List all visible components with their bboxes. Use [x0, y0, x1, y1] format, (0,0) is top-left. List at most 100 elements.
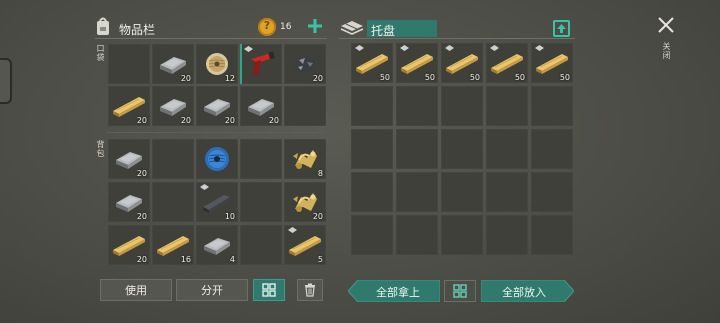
pallet-slot[interactable]: [396, 172, 438, 212]
item-count: 12: [224, 74, 235, 83]
add-coins-button[interactable]: [307, 18, 323, 34]
inventory-title: 物品栏: [119, 23, 156, 37]
pallet-slot[interactable]: [351, 172, 393, 212]
pallet-slot[interactable]: [396, 86, 438, 126]
pallet-slot[interactable]: [441, 172, 483, 212]
backpack-slot[interactable]: 5: [284, 225, 326, 265]
pallet-slot[interactable]: [351, 86, 393, 126]
stack-indicator-icon: [445, 45, 454, 53]
coin-count: 16: [280, 22, 292, 32]
pocket-slot[interactable]: 20: [152, 44, 194, 84]
pallet-slot[interactable]: [486, 86, 528, 126]
backpack-slot[interactable]: 20: [284, 182, 326, 222]
use-button[interactable]: 使用: [100, 279, 172, 301]
trash-icon: [305, 283, 315, 297]
item-count: 20: [136, 255, 147, 264]
backpack-slot[interactable]: 4: [196, 225, 238, 265]
backpack-label: 背包: [96, 140, 105, 158]
transfer-up-button[interactable]: [553, 20, 570, 37]
backpack-slot[interactable]: [240, 182, 282, 222]
pallet-slot[interactable]: 50: [486, 43, 528, 83]
close-icon: [658, 17, 674, 33]
pallet-slot[interactable]: [486, 129, 528, 169]
pocket-slot[interactable]: 20: [240, 86, 282, 126]
pallet-slot[interactable]: [351, 215, 393, 255]
coin-icon: ?: [258, 18, 276, 36]
blue-wire-spool-icon: [196, 139, 238, 179]
item-count: 20: [312, 212, 323, 221]
backpack-slot[interactable]: [152, 139, 194, 179]
item-count: 5: [317, 255, 323, 264]
pallet-slot[interactable]: [441, 129, 483, 169]
pocket-slot[interactable]: 20: [152, 86, 194, 126]
close-button[interactable]: [655, 14, 677, 36]
stack-indicator-icon: [200, 184, 209, 192]
backpack-slot[interactable]: 20: [108, 225, 150, 265]
stack-indicator-icon: [288, 227, 297, 235]
pallet-slot[interactable]: [486, 172, 528, 212]
pocket-slot[interactable]: [284, 86, 326, 126]
pallet-slot[interactable]: [531, 215, 573, 255]
put-all-button[interactable]: 全部放入: [481, 280, 574, 302]
sort-grid-button-left[interactable]: [253, 279, 285, 301]
pallet-slot[interactable]: [486, 215, 528, 255]
sort-grid-button-right[interactable]: [444, 280, 476, 302]
pallet-slot[interactable]: [531, 129, 573, 169]
item-count: 50: [379, 73, 390, 82]
header-divider-right: [339, 38, 575, 39]
backpack-slot[interactable]: [240, 139, 282, 179]
item-count: 16: [180, 255, 191, 264]
pocket-slot[interactable]: 20: [284, 44, 326, 84]
pallet-slot[interactable]: 50: [396, 43, 438, 83]
pallet-slot[interactable]: [396, 215, 438, 255]
pocket-slot[interactable]: 20: [196, 86, 238, 126]
backpack-slot[interactable]: [152, 182, 194, 222]
pallet-slot[interactable]: [396, 129, 438, 169]
item-count: 10: [224, 212, 235, 221]
item-count: 20: [268, 116, 279, 125]
item-count: 20: [136, 169, 147, 178]
backpack-slot[interactable]: 10: [196, 182, 238, 222]
item-count: 50: [559, 73, 570, 82]
pocket-slot[interactable]: 20: [108, 86, 150, 126]
item-count: 20: [224, 116, 235, 125]
trash-button[interactable]: [297, 279, 323, 301]
side-tab-handle[interactable]: [0, 58, 12, 104]
item-count: 20: [180, 74, 191, 83]
pallet-slot[interactable]: [441, 215, 483, 255]
grid-icon: [453, 284, 467, 298]
pallet-slot[interactable]: [441, 86, 483, 126]
pocket-slot[interactable]: [240, 44, 282, 84]
grid-icon: [262, 283, 276, 297]
backpack-slot[interactable]: [240, 225, 282, 265]
stack-indicator-icon: [355, 45, 364, 53]
backpack-icon: [95, 16, 111, 36]
pallet-slot[interactable]: 50: [531, 43, 573, 83]
pocket-backpack-divider: [106, 132, 326, 133]
stack-indicator-icon: [244, 46, 253, 54]
pocket-label: 口袋: [96, 44, 105, 62]
pallet-slot[interactable]: 50: [351, 43, 393, 83]
item-count: 20: [136, 212, 147, 221]
backpack-slot[interactable]: 16: [152, 225, 194, 265]
take-all-label: 全部拿上: [376, 286, 420, 299]
pocket-slot[interactable]: 12: [196, 44, 238, 84]
header-divider-left: [95, 38, 327, 39]
arrow-up-icon: [557, 24, 566, 33]
take-all-button[interactable]: 全部拿上: [348, 280, 440, 302]
item-count: 8: [317, 169, 323, 178]
pallet-slot[interactable]: 50: [441, 43, 483, 83]
put-all-label: 全部放入: [502, 286, 546, 299]
item-count: 50: [514, 73, 525, 82]
item-count: 20: [180, 116, 191, 125]
item-count: 4: [229, 255, 235, 264]
pocket-slot[interactable]: [108, 44, 150, 84]
backpack-slot[interactable]: [196, 139, 238, 179]
pallet-slot[interactable]: [531, 172, 573, 212]
pallet-slot[interactable]: [531, 86, 573, 126]
backpack-slot[interactable]: 8: [284, 139, 326, 179]
backpack-slot[interactable]: 20: [108, 182, 150, 222]
pallet-slot[interactable]: [351, 129, 393, 169]
split-button[interactable]: 分开: [176, 279, 248, 301]
backpack-slot[interactable]: 20: [108, 139, 150, 179]
